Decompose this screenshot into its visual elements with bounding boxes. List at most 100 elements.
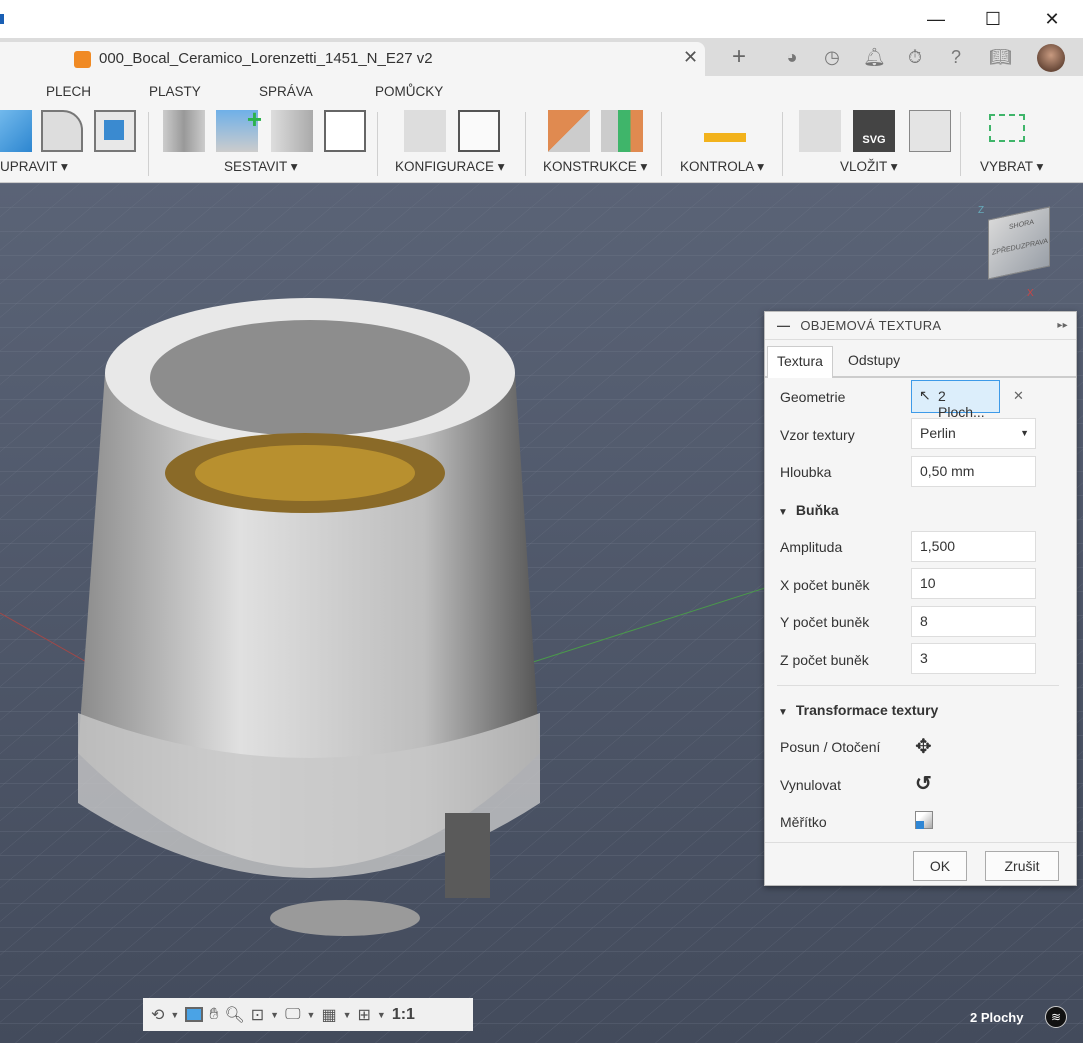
geometry-label: Geometrie bbox=[780, 389, 846, 405]
y-cells-input[interactable]: 8 bbox=[911, 606, 1036, 637]
pattern-value: Perlin bbox=[920, 425, 956, 441]
ribbon-toolbar: PLECH PLASTY SPRÁVA POMŮCKY + SVG UPRAVI… bbox=[0, 76, 1083, 183]
cancel-button[interactable]: Zrušit bbox=[985, 851, 1059, 881]
vybrat-menu[interactable]: VYBRAT ▾ bbox=[980, 159, 1043, 175]
collapse-icon[interactable]: — bbox=[777, 318, 790, 333]
dropdown-arrow-icon[interactable]: ▼ bbox=[343, 1010, 352, 1020]
x-cells-label: X počet buněk bbox=[780, 577, 870, 593]
divider bbox=[765, 842, 1076, 843]
view-cube-right[interactable]: ZPRAVA bbox=[1021, 238, 1048, 251]
user-avatar[interactable] bbox=[1037, 44, 1065, 72]
learning-book-icon[interactable]: 📖︎ bbox=[989, 47, 1012, 67]
press-pull-icon[interactable] bbox=[0, 110, 32, 152]
view-cube-top[interactable]: SHORA bbox=[1009, 219, 1034, 231]
geometry-value: 2 Ploch... bbox=[938, 388, 985, 420]
dialog-title: OBJEMOVÁ TEXTURA bbox=[800, 318, 942, 333]
help-icon[interactable]: ? bbox=[946, 47, 966, 67]
dropdown-arrow-icon[interactable]: ▼ bbox=[307, 1010, 316, 1020]
tab-plasty[interactable]: PLASTY bbox=[149, 84, 201, 99]
notifications-bell-icon[interactable]: 🔔︎ bbox=[863, 47, 886, 67]
z-cells-input[interactable]: 3 bbox=[911, 643, 1036, 674]
reset-icon[interactable]: ↺ bbox=[915, 771, 932, 796]
configuration-table-icon[interactable] bbox=[458, 110, 500, 152]
maximize-button[interactable]: ☐ bbox=[965, 0, 1021, 38]
tab-sprava[interactable]: SPRÁVA bbox=[259, 84, 313, 99]
grid-icon[interactable]: ▦ bbox=[321, 1005, 336, 1025]
measure-icon[interactable] bbox=[704, 120, 746, 142]
tab-pomucky[interactable]: POMŮCKY bbox=[375, 84, 443, 99]
y-cells-label: Y počet buněk bbox=[780, 614, 870, 630]
orbit-icon[interactable]: ⟲ bbox=[151, 1005, 164, 1025]
konfigurace-menu[interactable]: KONFIGURACE ▾ bbox=[395, 159, 505, 175]
transform-section-header[interactable]: ▼ Transformace textury bbox=[778, 702, 938, 718]
ok-button[interactable]: OK bbox=[913, 851, 967, 881]
insert-derive-icon[interactable] bbox=[799, 110, 841, 152]
pan-hand-icon[interactable]: ✋︎ bbox=[209, 1006, 218, 1024]
stopwatch-icon[interactable]: ⏱︎ bbox=[905, 47, 925, 67]
insert-svg-icon[interactable]: SVG bbox=[853, 110, 895, 152]
fit-icon[interactable]: ⊡ bbox=[251, 1005, 264, 1025]
tab-textura[interactable]: Textura bbox=[767, 346, 833, 378]
depth-input[interactable]: 0,50 mm bbox=[911, 456, 1036, 487]
view-cube-front[interactable]: ZPŘEDU bbox=[992, 244, 1021, 257]
scale-label: Měřítko bbox=[780, 814, 827, 830]
title-bar: — ☐ ✕ bbox=[0, 0, 1083, 38]
select-window-icon[interactable] bbox=[989, 114, 1025, 142]
midplane-icon[interactable] bbox=[601, 110, 643, 152]
tab-odstupy[interactable]: Odstupy bbox=[839, 346, 909, 378]
expand-icon[interactable]: ▸▸ bbox=[1057, 320, 1068, 331]
move-rotate-label: Posun / Otočení bbox=[780, 739, 881, 755]
dialog-header[interactable]: — OBJEMOVÁ TEXTURA ▸▸ bbox=[765, 312, 1076, 340]
collapse-triangle-icon: ▼ bbox=[778, 507, 788, 518]
dropdown-arrow-icon[interactable]: ▼ bbox=[270, 1010, 279, 1020]
sestavit-menu[interactable]: SESTAVIT ▾ bbox=[224, 159, 298, 175]
new-tab-button[interactable]: + bbox=[729, 45, 749, 69]
kontrola-menu[interactable]: KONTROLA ▾ bbox=[680, 159, 764, 175]
move-arrows-icon[interactable]: ✥ bbox=[915, 734, 932, 759]
new-component-icon[interactable]: + bbox=[216, 104, 262, 152]
transform-section-title: Transformace textury bbox=[795, 702, 939, 718]
document-tab-bar: 000_Bocal_Ceramico_Lorenzetti_1451_N_E27… bbox=[0, 38, 1083, 76]
look-at-icon[interactable] bbox=[185, 1007, 204, 1022]
pattern-select[interactable]: Perlin ▼ bbox=[911, 418, 1036, 449]
reset-label: Vynulovat bbox=[780, 777, 841, 793]
as-built-joint-icon[interactable] bbox=[271, 110, 313, 152]
dropdown-arrow-icon: ▼ bbox=[1020, 428, 1029, 438]
minimize-button[interactable]: — bbox=[908, 0, 964, 38]
document-tab[interactable]: 000_Bocal_Ceramico_Lorenzetti_1451_N_E27… bbox=[0, 42, 705, 76]
insert-mesh-icon[interactable] bbox=[909, 110, 951, 152]
joint-icon[interactable] bbox=[163, 110, 205, 152]
upravit-menu[interactable]: UPRAVIT ▾ bbox=[0, 159, 68, 175]
depth-label: Hloubka bbox=[780, 464, 832, 480]
extensions-icon[interactable]: ◕ bbox=[782, 47, 802, 67]
geometry-selection-button[interactable]: ↖ 2 Ploch... bbox=[911, 380, 1000, 420]
display-settings-icon[interactable]: 🖵 bbox=[285, 1006, 300, 1024]
close-tab-button[interactable]: ✕ bbox=[683, 47, 698, 68]
konstrukce-menu[interactable]: KONSTRUKCE ▾ bbox=[543, 159, 647, 175]
document-title: 000_Bocal_Ceramico_Lorenzetti_1451_N_E27… bbox=[99, 50, 433, 67]
bom-table-icon[interactable] bbox=[324, 110, 366, 152]
selection-filter-icon[interactable]: ≋ bbox=[1045, 1006, 1067, 1028]
offset-plane-icon[interactable] bbox=[548, 110, 590, 152]
x-cells-input[interactable]: 10 bbox=[911, 568, 1036, 599]
cell-section-title: Buňka bbox=[795, 502, 839, 518]
amplitude-input[interactable]: 1,500 bbox=[911, 531, 1036, 562]
viewports-icon[interactable]: ⊞ bbox=[358, 1005, 371, 1025]
tab-plech[interactable]: PLECH bbox=[46, 84, 91, 99]
actual-size-button[interactable]: 1:1 bbox=[392, 1006, 415, 1024]
shell-icon[interactable] bbox=[94, 110, 136, 152]
pattern-label: Vzor textury bbox=[780, 427, 855, 443]
scale-icon[interactable] bbox=[915, 811, 933, 829]
dropdown-arrow-icon[interactable]: ▼ bbox=[170, 1010, 179, 1020]
zoom-icon[interactable]: 🔍︎ bbox=[224, 1005, 244, 1025]
job-status-icon[interactable]: ◷ bbox=[822, 47, 842, 67]
cell-section-header[interactable]: ▼ Buňka bbox=[778, 502, 839, 518]
clear-selection-button[interactable]: ✕ bbox=[1013, 388, 1024, 404]
close-window-button[interactable]: ✕ bbox=[1024, 0, 1080, 38]
app-icon bbox=[0, 14, 4, 24]
dropdown-arrow-icon[interactable]: ▼ bbox=[377, 1010, 386, 1020]
volumetric-texture-dialog: — OBJEMOVÁ TEXTURA ▸▸ Textura Odstupy Ge… bbox=[764, 311, 1077, 886]
fillet-icon[interactable] bbox=[41, 110, 83, 152]
configure-icon[interactable] bbox=[404, 110, 446, 152]
vlozit-menu[interactable]: VLOŽIT ▾ bbox=[840, 159, 898, 175]
